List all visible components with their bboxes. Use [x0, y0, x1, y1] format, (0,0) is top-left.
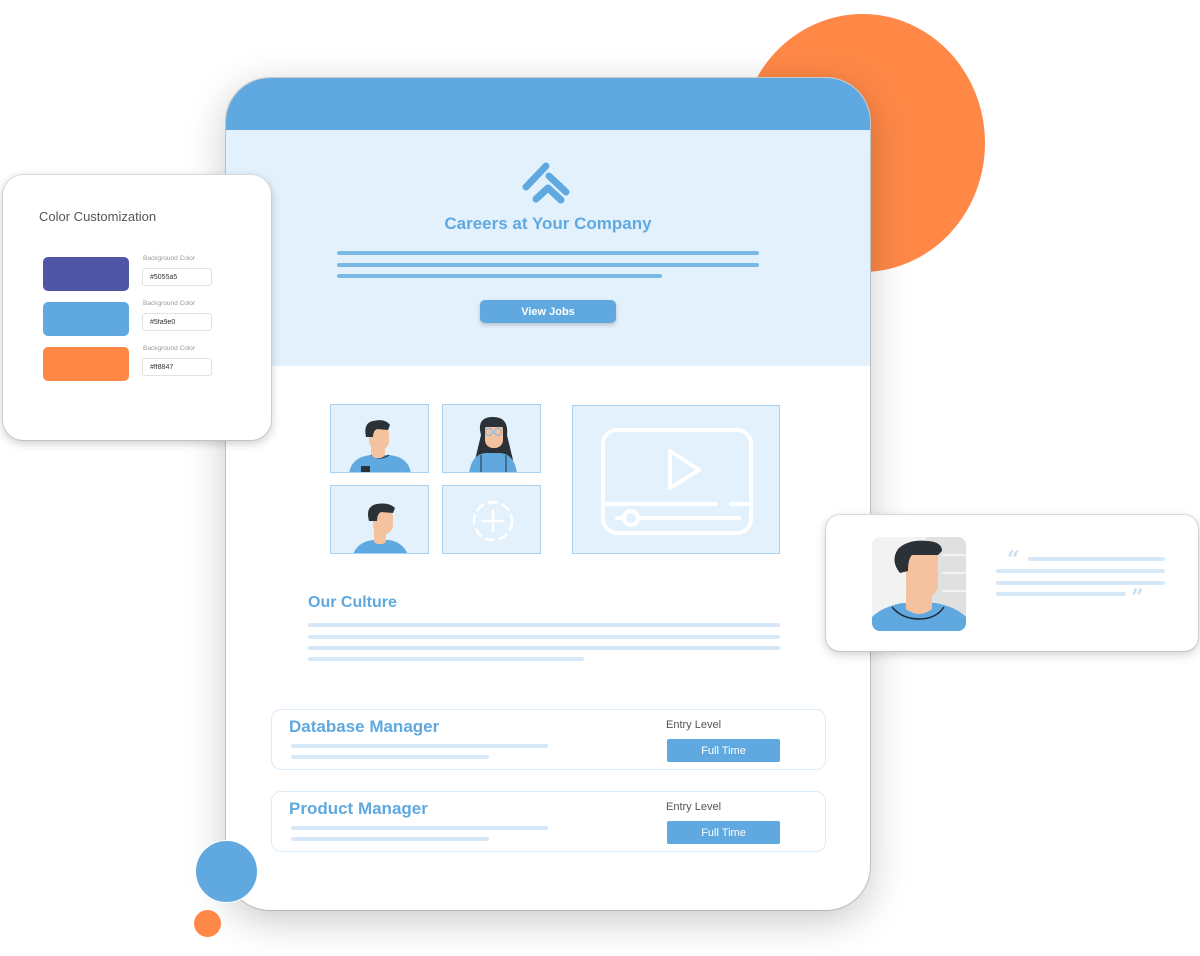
man-avatar-icon — [872, 537, 966, 631]
video-play-icon — [601, 428, 753, 535]
job-title: Database Manager — [289, 717, 440, 736]
color-swatch-purple[interactable] — [43, 257, 129, 291]
color-customization-panel: Color Customization Background Color Bac… — [3, 175, 271, 440]
color-swatch-blue[interactable] — [43, 302, 129, 336]
culture-heading: Our Culture — [308, 594, 397, 611]
company-logo-icon — [522, 162, 570, 204]
job-listing[interactable]: Product Manager Entry Level Full Time — [271, 791, 826, 852]
background-color-label: Background Color — [143, 300, 196, 307]
testimonial-avatar — [872, 537, 966, 631]
job-description-line — [291, 826, 548, 830]
open-quote-icon: “ — [1007, 547, 1020, 573]
hero-section: Careers at Your Company View Jobs — [226, 130, 870, 366]
testimonial-text-line — [996, 592, 1126, 596]
color-swatch-orange[interactable] — [43, 347, 129, 381]
team-member-tile[interactable] — [330, 485, 429, 554]
add-team-member-tile[interactable] — [442, 485, 541, 554]
job-title: Product Manager — [289, 799, 428, 818]
culture-text-line — [308, 646, 780, 650]
job-description-line — [291, 837, 489, 841]
job-description-line — [291, 744, 548, 748]
testimonial-text-line — [1028, 557, 1165, 561]
background-color-label: Background Color — [143, 345, 196, 352]
hero-text-line — [337, 274, 662, 278]
decorative-orange-dot — [194, 910, 221, 937]
background-color-input[interactable] — [142, 268, 212, 286]
careers-page-mockup: Careers at Your Company View Jobs Our Cu… — [226, 78, 870, 910]
man-avatar-icon — [349, 420, 411, 472]
team-member-tile[interactable] — [330, 404, 429, 473]
color-panel-title: Color Customization — [39, 209, 157, 224]
team-member-tile[interactable] — [442, 404, 541, 473]
job-level: Entry Level — [666, 801, 722, 813]
man-avatar-icon — [353, 503, 408, 553]
hero-title: Careers at Your Company — [444, 214, 652, 233]
video-player-tile[interactable] — [572, 405, 780, 554]
culture-text-line — [308, 623, 780, 627]
testimonial-text-line — [996, 569, 1165, 573]
culture-text-line — [308, 657, 584, 661]
add-circle-icon — [472, 500, 514, 542]
testimonial-card: “ ” — [826, 515, 1198, 651]
job-type-button[interactable]: Full Time — [667, 739, 780, 762]
woman-avatar-icon — [469, 417, 517, 472]
job-level: Entry Level — [666, 719, 722, 731]
background-color-label: Background Color — [143, 255, 196, 262]
close-quote-icon: ” — [1131, 585, 1144, 611]
culture-text-line — [308, 635, 780, 639]
view-jobs-button[interactable]: View Jobs — [480, 300, 616, 323]
decorative-blue-circle — [195, 840, 258, 903]
background-color-input[interactable] — [142, 358, 212, 376]
job-listing[interactable]: Database Manager Entry Level Full Time — [271, 709, 826, 770]
hero-text-line — [337, 263, 759, 267]
tablet-header-bar — [226, 78, 870, 130]
background-color-input[interactable] — [142, 313, 212, 331]
hero-text-line — [337, 251, 759, 255]
job-description-line — [291, 755, 489, 759]
job-type-button[interactable]: Full Time — [667, 821, 780, 844]
